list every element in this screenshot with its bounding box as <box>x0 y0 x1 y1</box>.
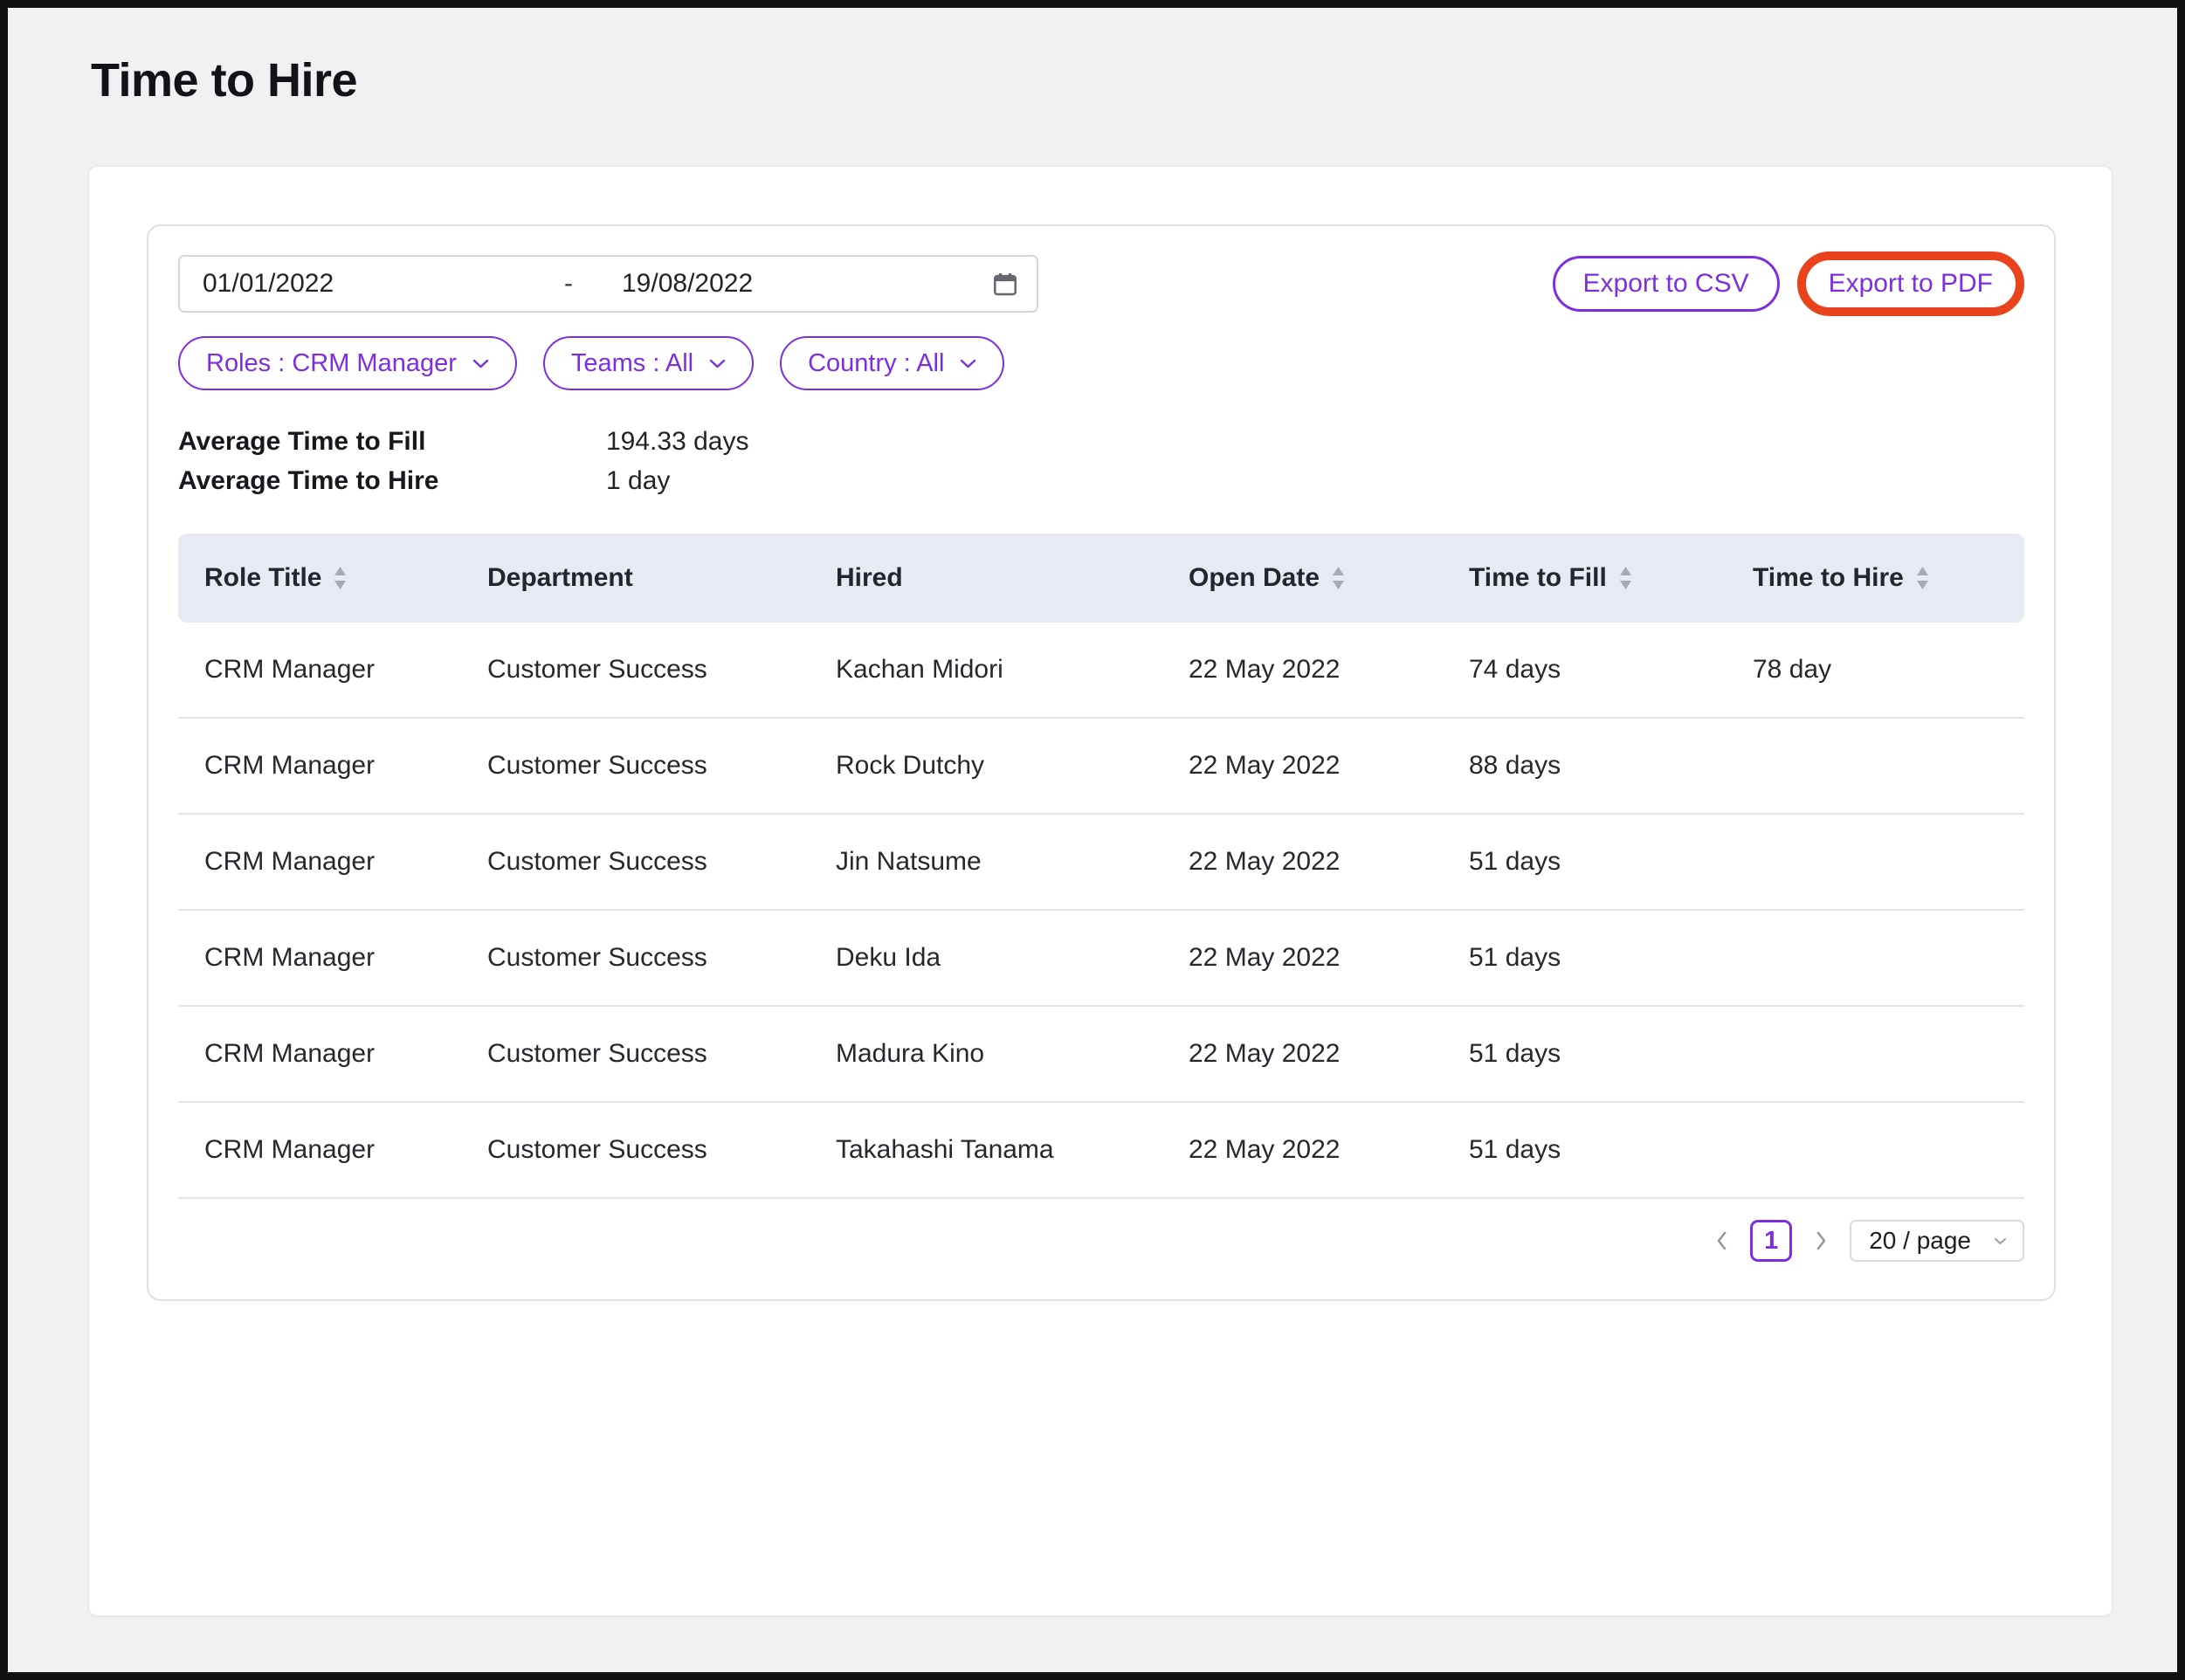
summary-row-time-to-hire: Average Time to Hire 1 day <box>178 461 2024 500</box>
cell-role-title: CRM Manager <box>204 847 487 877</box>
column-label: Time to Fill <box>1469 563 1607 593</box>
filter-country-pill[interactable]: Country : All <box>780 336 1004 390</box>
cell-hired: Jin Natsume <box>836 847 1189 877</box>
column-header-role-title[interactable]: Role Title <box>204 563 487 593</box>
page-title: Time to Hire <box>91 53 357 107</box>
cell-hired: Takahashi Tanama <box>836 1135 1189 1165</box>
chevron-right-icon <box>1814 1229 1828 1252</box>
sort-icon <box>334 566 347 590</box>
cell-department: Customer Success <box>487 1135 836 1165</box>
cell-open-date: 22 May 2022 <box>1189 1135 1469 1165</box>
cell-time-to-fill: 88 days <box>1469 751 1753 781</box>
cell-open-date: 22 May 2022 <box>1189 847 1469 877</box>
table-row: CRM Manager Customer Success Takahashi T… <box>178 1103 2024 1199</box>
cell-department: Customer Success <box>487 655 836 685</box>
cell-role-title: CRM Manager <box>204 1039 487 1069</box>
export-button-group: Export to CSV Export to PDF <box>1553 251 2024 316</box>
date-range-end[interactable]: 19/08/2022 <box>622 269 753 299</box>
table-row: CRM Manager Customer Success Rock Dutchy… <box>178 719 2024 815</box>
cell-time-to-fill: 51 days <box>1469 1135 1753 1165</box>
chevron-left-icon <box>1714 1229 1728 1252</box>
filter-country-label: Country : All <box>808 349 944 378</box>
cell-time-to-hire: 78 day <box>1753 655 2024 685</box>
summary-value-time-to-hire: 1 day <box>606 466 670 496</box>
cell-hired: Rock Dutchy <box>836 751 1189 781</box>
column-label: Time to Hire <box>1753 563 1904 593</box>
column-label: Open Date <box>1189 563 1320 593</box>
cell-open-date: 22 May 2022 <box>1189 751 1469 781</box>
cell-hired: Kachan Midori <box>836 655 1189 685</box>
cell-open-date: 22 May 2022 <box>1189 655 1469 685</box>
cell-open-date: 22 May 2022 <box>1189 1039 1469 1069</box>
cell-hired: Deku Ida <box>836 943 1189 973</box>
column-header-time-to-hire[interactable]: Time to Hire <box>1753 563 2024 593</box>
column-label: Role Title <box>204 563 321 593</box>
column-header-hired: Hired <box>836 563 1189 593</box>
cell-department: Customer Success <box>487 943 836 973</box>
page-size-select[interactable]: 20 / page <box>1850 1220 2024 1262</box>
column-header-open-date[interactable]: Open Date <box>1189 563 1469 593</box>
summary-label-time-to-fill: Average Time to Fill <box>178 427 606 457</box>
sort-icon <box>1916 566 1929 590</box>
filter-bar: Roles : CRM Manager Teams : All Country … <box>178 336 2024 390</box>
cell-time-to-fill: 51 days <box>1469 943 1753 973</box>
table-row: CRM Manager Customer Success Jin Natsume… <box>178 815 2024 911</box>
cell-time-to-fill: 51 days <box>1469 847 1753 877</box>
chevron-down-icon <box>960 359 976 368</box>
table-row: CRM Manager Customer Success Deku Ida 22… <box>178 911 2024 1007</box>
cell-hired: Madura Kino <box>836 1039 1189 1069</box>
column-label: Hired <box>836 563 903 593</box>
cell-department: Customer Success <box>487 847 836 877</box>
filter-teams-label: Teams : All <box>571 349 693 378</box>
cell-open-date: 22 May 2022 <box>1189 943 1469 973</box>
time-to-hire-table: Role Title Department Hired Open Date <box>178 534 2024 1283</box>
cell-time-to-fill: 51 days <box>1469 1039 1753 1069</box>
date-range-input[interactable]: 01/01/2022 - 19/08/2022 <box>178 255 1038 313</box>
cell-department: Customer Success <box>487 751 836 781</box>
summary-value-time-to-fill: 194.33 days <box>606 427 748 457</box>
page-size-label: 20 / page <box>1869 1227 1971 1255</box>
column-header-time-to-fill[interactable]: Time to Fill <box>1469 563 1753 593</box>
chevron-down-icon <box>472 359 489 368</box>
export-to-pdf-button[interactable]: Export to PDF <box>1797 251 2024 316</box>
cell-role-title: CRM Manager <box>204 655 487 685</box>
report-panel: 01/01/2022 - 19/08/2022 Export to CSV <box>147 224 2056 1301</box>
cell-role-title: CRM Manager <box>204 751 487 781</box>
filter-roles-pill[interactable]: Roles : CRM Manager <box>178 336 517 390</box>
cell-role-title: CRM Manager <box>204 943 487 973</box>
prev-page-button[interactable] <box>1708 1221 1734 1261</box>
summary-label-time-to-hire: Average Time to Hire <box>178 466 606 496</box>
chevron-down-icon <box>709 359 726 368</box>
summary-metrics: Average Time to Fill 194.33 days Average… <box>178 422 2024 500</box>
calendar-icon[interactable] <box>991 270 1019 298</box>
current-page-button[interactable]: 1 <box>1750 1220 1792 1262</box>
table-row: CRM Manager Customer Success Madura Kino… <box>178 1007 2024 1103</box>
summary-row-time-to-fill: Average Time to Fill 194.33 days <box>178 422 2024 461</box>
sort-icon <box>1619 566 1632 590</box>
chevron-down-icon <box>1994 1237 2007 1245</box>
column-header-department: Department <box>487 563 836 593</box>
date-range-start[interactable]: 01/01/2022 <box>180 269 564 299</box>
cell-time-to-fill: 74 days <box>1469 655 1753 685</box>
cell-role-title: CRM Manager <box>204 1135 487 1165</box>
date-range-separator: - <box>564 269 599 299</box>
column-label: Department <box>487 563 633 593</box>
pagination: 1 20 / page <box>178 1199 2024 1283</box>
sort-icon <box>1332 566 1345 590</box>
export-to-csv-button[interactable]: Export to CSV <box>1553 256 1780 312</box>
toolbar: 01/01/2022 - 19/08/2022 Export to CSV <box>178 252 2024 315</box>
table-row: CRM Manager Customer Success Kachan Mido… <box>178 623 2024 719</box>
cell-department: Customer Success <box>487 1039 836 1069</box>
screenshot-frame: Time to Hire 01/01/2022 - 19/08/2022 <box>0 0 2185 1680</box>
filter-teams-pill[interactable]: Teams : All <box>543 336 754 390</box>
table-header: Role Title Department Hired Open Date <box>178 534 2024 623</box>
filter-roles-label: Roles : CRM Manager <box>206 349 457 378</box>
report-card: 01/01/2022 - 19/08/2022 Export to CSV <box>88 166 2113 1616</box>
next-page-button[interactable] <box>1808 1221 1834 1261</box>
